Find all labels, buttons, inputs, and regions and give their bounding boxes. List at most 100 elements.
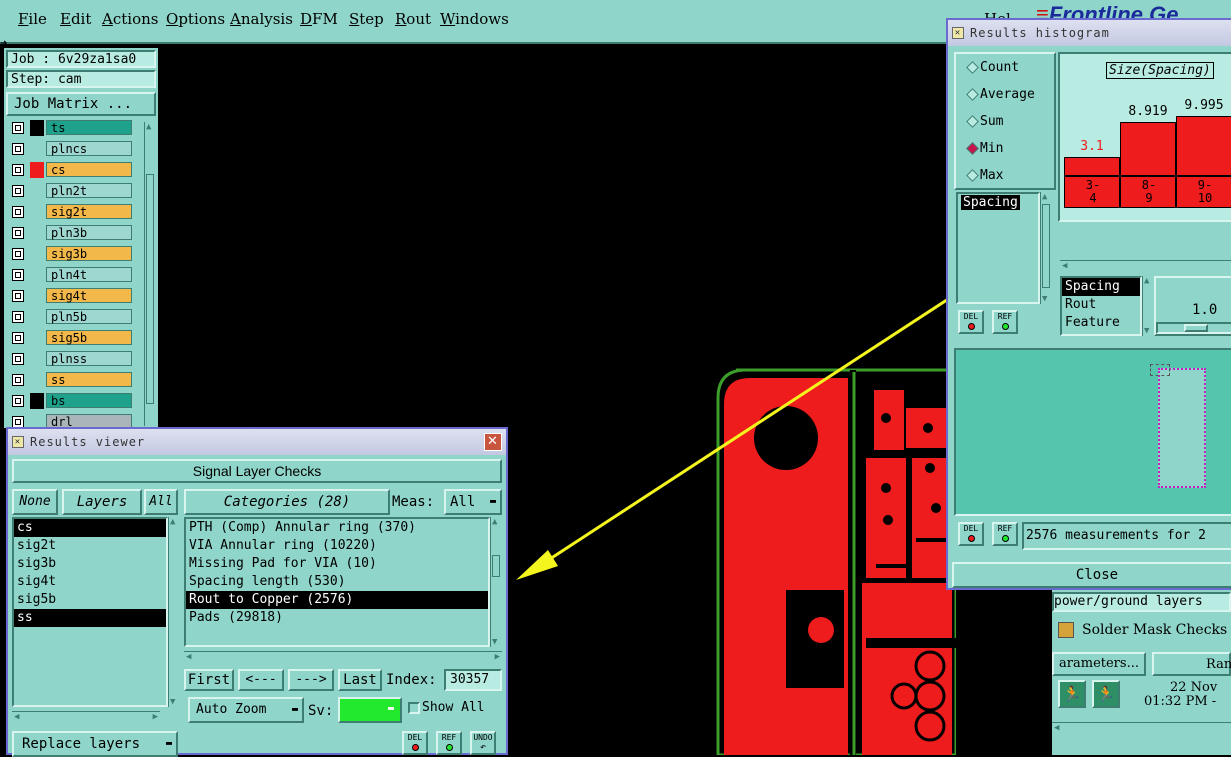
close-button[interactable]: Close — [952, 562, 1231, 588]
layer-checkbox[interactable] — [12, 290, 24, 302]
layer-checkbox[interactable] — [12, 143, 24, 155]
histogram-bin[interactable]: 9- 10 — [1176, 176, 1231, 208]
list-item[interactable]: Missing Pad for VIA (10) — [186, 555, 488, 573]
radio-indicator-icon[interactable] — [966, 115, 979, 128]
list-item[interactable]: sig2t — [14, 537, 166, 555]
layer-checkbox[interactable] — [12, 206, 24, 218]
layer-row-pln4t[interactable]: pln4t — [10, 267, 132, 283]
radio-max[interactable]: Max — [966, 168, 1003, 183]
list-item[interactable]: cs — [14, 519, 166, 537]
menu-windows[interactable]: Windows — [440, 10, 509, 28]
layer-checkbox[interactable] — [12, 374, 24, 386]
scroll-left-icon[interactable]: ◀ — [186, 652, 191, 662]
list-item[interactable]: sig3b — [14, 555, 166, 573]
list-item[interactable]: Rout — [1062, 296, 1140, 314]
layer-name[interactable]: sig3b — [46, 246, 132, 261]
scroll-left-icon[interactable]: ◀ — [1062, 261, 1067, 271]
scroll-up-icon[interactable]: ▲ — [1042, 192, 1047, 202]
histogram-bar[interactable] — [1176, 116, 1231, 176]
layer-row-bs[interactable]: bs — [10, 393, 132, 409]
scroll-right-icon[interactable]: ▶ — [495, 652, 500, 662]
categories-button[interactable]: Categories (28) — [184, 489, 390, 515]
radio-min[interactable]: Min — [966, 141, 1003, 156]
layers-button[interactable]: Layers — [62, 489, 142, 515]
layer-row-sig2t[interactable]: sig2t — [10, 204, 132, 220]
right-panel-hscrollbar[interactable]: ◀ — [1052, 722, 1231, 734]
layer-row-ss[interactable]: ss — [10, 372, 132, 388]
layer-row-ts[interactable]: ts — [10, 120, 132, 136]
layer-name[interactable]: pln4t — [46, 267, 132, 282]
scroll-up-icon[interactable]: ▲ — [492, 517, 497, 527]
categories-scrollbar[interactable]: ▲ ▼ — [490, 517, 502, 647]
layer-name[interactable]: sig4t — [46, 288, 132, 303]
list-item[interactable]: Rout to Copper (2576) — [186, 591, 488, 609]
scroll-left-icon[interactable]: ◀ — [14, 712, 19, 722]
list-item[interactable]: Spacing — [958, 194, 1038, 212]
power-ground-layers-field[interactable]: power/ground layers — [1052, 592, 1231, 612]
scroll-left-icon[interactable]: ◀ — [1054, 723, 1059, 733]
list-item[interactable]: Feature — [1062, 314, 1140, 332]
scroll-thumb[interactable] — [492, 555, 500, 577]
layer-row-sig4t[interactable]: sig4t — [10, 288, 132, 304]
layer-name[interactable]: cs — [46, 162, 132, 177]
layer-row-sig3b[interactable]: sig3b — [10, 246, 132, 262]
scroll-thumb[interactable] — [1042, 204, 1050, 288]
layer-row-pln2t[interactable]: pln2t — [10, 183, 132, 199]
all-layers-button[interactable]: All — [144, 489, 178, 515]
layer-checkbox[interactable] — [12, 248, 24, 260]
window-menu-icon[interactable]: ✕ — [952, 27, 964, 39]
layer-name[interactable]: ts — [46, 120, 132, 135]
type-scrollbar[interactable]: ▲ ▼ — [1142, 276, 1154, 336]
replace-layers-select[interactable]: Replace layers ▬ — [12, 731, 178, 757]
layer-list-scrollbar[interactable]: ▲ — [144, 122, 156, 426]
layer-name[interactable]: bs — [46, 393, 132, 408]
list-item[interactable]: ss — [14, 609, 166, 627]
list-item[interactable]: VIA Annular ring (10220) — [186, 537, 488, 555]
radio-indicator-icon[interactable] — [966, 169, 979, 182]
scroll-up-icon[interactable]: ▲ — [146, 122, 151, 132]
job-matrix-button[interactable]: Job Matrix ... — [6, 92, 156, 116]
radio-indicator-icon[interactable] — [966, 142, 979, 155]
histogram-bin[interactable]: 3- 4 — [1064, 176, 1120, 208]
fields-listbox[interactable]: Spacing — [956, 192, 1040, 304]
menu-options[interactable]: Options — [166, 10, 225, 28]
menu-file[interactable]: File — [18, 10, 47, 28]
list-item[interactable]: Pads (29818) — [186, 609, 488, 627]
list-item[interactable]: sig4t — [14, 573, 166, 591]
none-button[interactable]: None — [12, 489, 58, 515]
menu-edit[interactable]: Edit — [60, 10, 91, 28]
layer-name[interactable]: pln3b — [46, 225, 132, 240]
layers-listbox[interactable]: cs sig2t sig3b sig4t sig5b ss — [12, 517, 168, 707]
scroll-right-icon[interactable]: ▶ — [153, 712, 158, 722]
histogram-titlebar[interactable]: ✕ Results histogram — [948, 20, 1231, 46]
del-button[interactable]: DEL — [402, 731, 428, 755]
window-menu-icon[interactable]: ✕ — [12, 436, 24, 448]
scroll-down-icon[interactable]: ▼ — [1144, 326, 1149, 336]
next-button[interactable]: ---> — [288, 669, 334, 691]
layer-checkbox[interactable] — [12, 395, 24, 407]
layer-checkbox[interactable] — [12, 227, 24, 239]
categories-hscrollbar[interactable]: ◀ ▶ — [184, 651, 502, 663]
hist-ref-button-top[interactable]: REF — [992, 310, 1018, 334]
layer-name[interactable]: ss — [46, 372, 132, 387]
layer-checkbox[interactable] — [12, 269, 24, 281]
radio-indicator-icon[interactable] — [966, 88, 979, 101]
layer-checkbox[interactable] — [12, 185, 24, 197]
list-item[interactable]: Spacing length (530) — [186, 573, 488, 591]
histogram-bar[interactable] — [1064, 157, 1120, 176]
layer-checkbox[interactable] — [12, 311, 24, 323]
run-icon[interactable]: 🏃 — [1058, 680, 1086, 708]
layer-name[interactable]: sig5b — [46, 330, 132, 345]
layer-row-plnss[interactable]: plnss — [10, 351, 132, 367]
index-input[interactable]: 30357 — [444, 669, 502, 691]
layer-checkbox[interactable] — [12, 332, 24, 344]
layer-name[interactable]: plnss — [46, 351, 132, 366]
solder-mask-checks-label[interactable]: Solder Mask Checks — [1082, 622, 1227, 638]
scroll-up-icon[interactable]: ▲ — [1144, 276, 1149, 286]
radio-indicator-icon[interactable] — [966, 61, 979, 74]
prev-button[interactable]: <--- — [238, 669, 284, 691]
categories-listbox[interactable]: PTH (Comp) Annular ring (370) VIA Annular… — [184, 517, 490, 647]
scroll-down-icon[interactable]: ▼ — [492, 637, 497, 647]
layer-row-pln5b[interactable]: pln5b — [10, 309, 132, 325]
undo-button[interactable]: UNDO ↶ — [470, 731, 496, 755]
